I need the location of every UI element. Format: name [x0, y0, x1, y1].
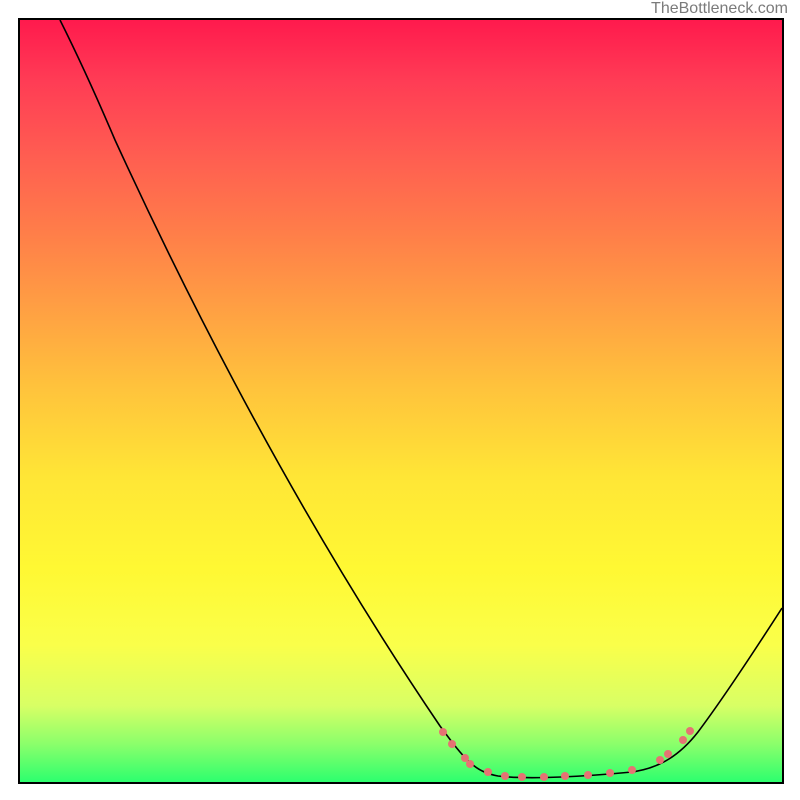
watermark: TheBottleneck.com: [651, 0, 788, 18]
chart-container: TheBottleneck.com: [0, 0, 800, 800]
plot-background: [20, 20, 782, 782]
